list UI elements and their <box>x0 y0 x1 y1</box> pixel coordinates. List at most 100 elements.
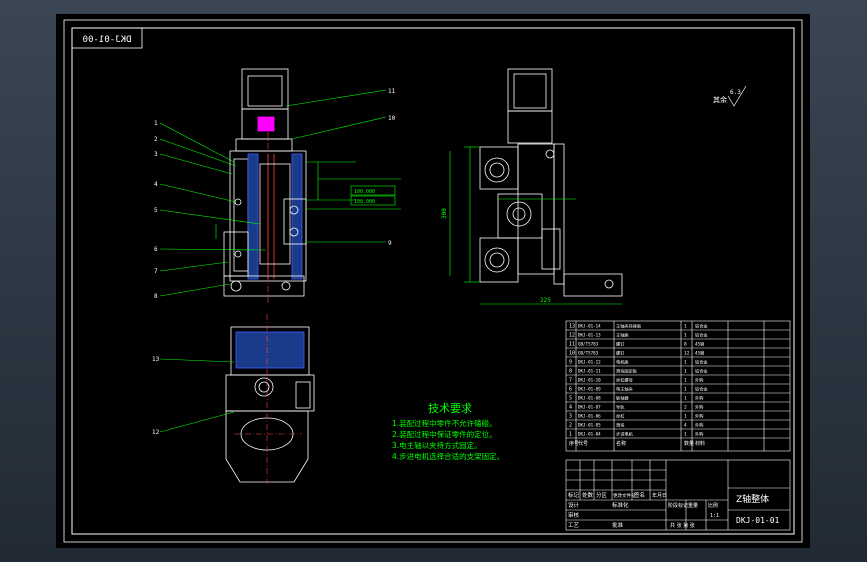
tech-req-heading: 技术要求 <box>428 402 472 415</box>
bom-cell-mat: 45钢 <box>695 341 704 348</box>
bom-cell-name: 步进电机 <box>616 431 634 438</box>
bom-cell-name: 主轴座 <box>616 332 629 339</box>
bom-cell-no: 7 <box>569 378 572 384</box>
balloon-6: 6 <box>154 246 158 253</box>
bom-cell-qty: 4 <box>684 423 687 429</box>
bom-cell-no: 11 <box>569 342 575 348</box>
bom-cell-mat: 外购 <box>695 413 703 420</box>
roughness-value: 6.3 <box>730 89 741 96</box>
sheet-border-outer <box>63 19 803 543</box>
roughness-label: 其余 <box>713 95 727 104</box>
tb-sign: 签名 <box>634 491 645 499</box>
bom-cell-qty: 12 <box>684 351 690 357</box>
bottom-view <box>225 314 315 484</box>
bom-cell-code: DKJ-01-14 <box>578 324 601 329</box>
bom-cell-qty: 1 <box>684 360 687 366</box>
bom-cell-no: 12 <box>569 333 575 339</box>
bom-cell-code: DKJ-01-09 <box>578 387 601 392</box>
bom-cell-name: 电机座 <box>616 359 629 366</box>
tb-weight: 重量 <box>688 502 698 509</box>
title-name: Z轴整体 <box>736 493 769 505</box>
bom-rows: 13 DKJ-01-14 主轴夹持座板 1 铝合金12 DKJ-01-13 主轴座 1 铝合金1… <box>566 323 790 447</box>
dim-300: 300 <box>441 208 448 219</box>
bom-cell-mat: 铝合金 <box>695 332 708 339</box>
tb-process: 工艺 <box>568 522 580 529</box>
bom-cell-qty: 2 <box>684 405 687 411</box>
bom-cell-qty: 1 <box>684 432 687 438</box>
tb-approve: 批准 <box>612 521 624 529</box>
tb-sheet: 共 张 第 张 <box>670 522 695 529</box>
bom-header-code: 代号 <box>578 440 588 447</box>
tb-count: 处数 <box>582 491 594 499</box>
balloon-7: 7 <box>154 268 158 275</box>
balloon-4: 4 <box>154 181 158 188</box>
balloon-9: 9 <box>388 240 392 247</box>
tb-mark: 标记 <box>568 491 580 499</box>
bom-cell-name: 滑块固定板 <box>616 368 638 375</box>
bom-cell-qty: 1 <box>684 396 687 402</box>
bom-cell-name: 滑块 <box>616 422 625 429</box>
bottom-leaders <box>159 358 235 433</box>
bom-cell-name: 联轴器 <box>616 395 629 402</box>
bom-cell-mat: 铝合金 <box>695 386 708 393</box>
bom-cell-code: DKJ-01-07 <box>578 405 601 410</box>
balloon-8: 8 <box>154 293 158 300</box>
bom-cell-no: 8 <box>569 369 572 375</box>
dim-1: 100.000 <box>354 189 375 195</box>
bom-cell-code: DKJ-01-12 <box>578 360 601 365</box>
bom-cell-qty: 1 <box>684 333 687 339</box>
bom-cell-name: 主轴夹持座板 <box>616 323 642 330</box>
bom-cell-mat: 外购 <box>695 431 703 438</box>
front-view <box>223 68 307 304</box>
bom-cell-code: DKJ-01-04 <box>578 432 601 437</box>
balloon-2: 2 <box>154 136 158 143</box>
balloon-11: 11 <box>388 88 396 95</box>
tb-scale-val: 1:1 <box>710 513 719 519</box>
bom-cell-name: 螺钉 <box>616 350 625 357</box>
bom-cell-code: DKJ-01-13 <box>578 333 601 338</box>
bom-cell-qty: 8 <box>684 342 687 348</box>
bom-cell-code: DKJ-01-08 <box>578 396 601 401</box>
drawing-svg: DKJ-01-00 100.000 100.000 1 2 3 4 5 6 7 … <box>63 19 803 543</box>
bom-cell-name: 导轨 <box>616 404 625 411</box>
bom-cell-no: 10 <box>569 351 575 357</box>
tb-design: 设计 <box>568 501 580 509</box>
tech-req-item-1: 1.装配过程中零件不允许磕碰。 <box>392 418 497 428</box>
tb-zone: 分区 <box>596 491 608 499</box>
tb-std: 标准化 <box>612 501 629 509</box>
bom-header-name: 名称 <box>616 440 626 447</box>
bom-cell-mat: 外购 <box>695 422 703 429</box>
tb-date: 年月日 <box>652 492 667 499</box>
tech-req-item-4: 4.步进电机选择合适的支架固定。 <box>392 451 504 461</box>
bom-cell-code: DKJ-01-10 <box>578 378 601 383</box>
bom-cell-no: 6 <box>569 387 572 393</box>
side-view <box>479 68 623 297</box>
tb-change: 更改文件号 <box>613 492 636 499</box>
bom-cell-mat: 外购 <box>695 377 703 384</box>
bom-cell-name: 螺钉 <box>616 341 625 348</box>
bom-cell-name: 丝杠 <box>616 413 624 420</box>
bom-cell-qty: 1 <box>684 324 687 330</box>
bom-cell-no: 4 <box>569 405 572 411</box>
bom-cell-name: 电主轴夹 <box>616 386 633 393</box>
dim-225: 225 <box>540 297 551 304</box>
tb-stage: 阶段标记 <box>668 502 688 509</box>
tb-check: 审核 <box>568 511 580 519</box>
bom-cell-mat: 45钢 <box>695 350 704 357</box>
drawing-canvas[interactable]: DKJ-01-00 100.000 100.000 1 2 3 4 5 6 7 … <box>56 14 810 548</box>
dim-2: 100.000 <box>354 199 375 205</box>
bom-cell-qty: 1 <box>684 414 687 420</box>
balloon-10: 10 <box>388 115 396 122</box>
balloon-13: 13 <box>152 356 160 363</box>
cad-viewport[interactable]: DKJ-01-00 100.000 100.000 1 2 3 4 5 6 7 … <box>0 0 867 562</box>
bom-cell-mat: 铝合金 <box>695 368 708 375</box>
side-dims <box>449 146 622 305</box>
bom-cell-mat: 外购 <box>695 404 703 411</box>
bom-header-qty: 数量 <box>684 440 694 447</box>
balloon-3: 3 <box>154 151 158 158</box>
bom-cell-code: GB/T5783 <box>578 342 599 347</box>
bom-cell-mat: 外购 <box>695 395 703 402</box>
bom-cell-code: DKJ-01-05 <box>578 423 601 428</box>
drawing-no: DKJ-01-01 <box>736 516 780 525</box>
bom-cell-code: GB/T5783 <box>578 351 599 356</box>
